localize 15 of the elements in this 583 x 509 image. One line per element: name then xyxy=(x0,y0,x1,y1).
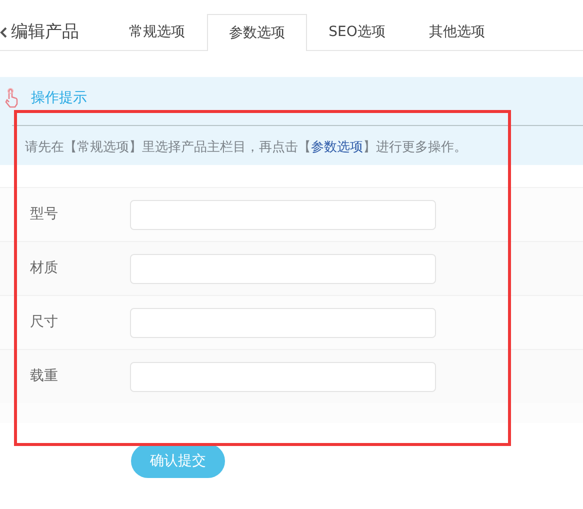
tip-title: 操作提示 xyxy=(31,89,87,108)
tab[interactable]: 参数选项 xyxy=(207,14,307,51)
field-label: 材质 xyxy=(29,259,59,278)
tip-text: 请先在【常规选项】里选择产品主栏目，再点击【参数选项】进行更多操作。 xyxy=(24,139,468,157)
input-field[interactable] xyxy=(130,308,436,338)
field-label: 载重 xyxy=(29,367,59,386)
input-field[interactable] xyxy=(130,362,436,392)
pointing-hand-icon xyxy=(4,88,18,108)
input-field[interactable] xyxy=(130,200,436,230)
tab-link[interactable]: 参数选项 xyxy=(311,140,363,155)
input-field[interactable] xyxy=(130,254,436,284)
field-label: 型号 xyxy=(29,205,59,224)
back-icon[interactable] xyxy=(0,27,7,38)
page-title: 编辑产品 xyxy=(11,21,80,44)
field-label: 尺寸 xyxy=(29,313,59,332)
